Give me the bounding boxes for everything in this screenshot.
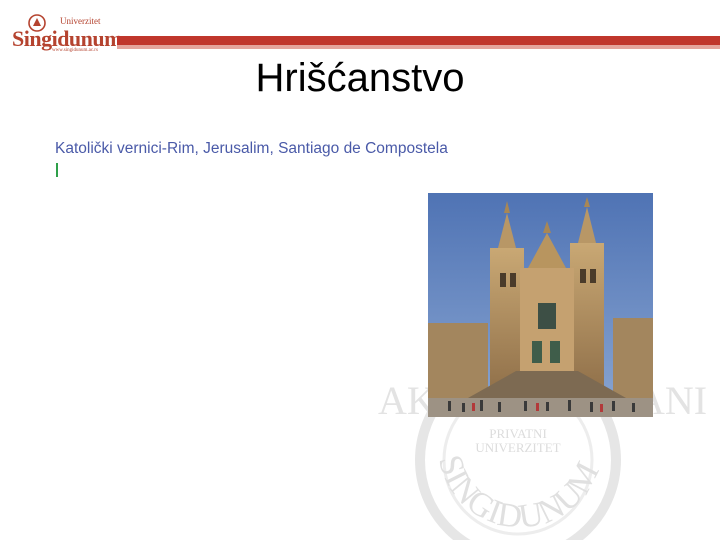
university-logo: Univerzitet Singidunum www.singidunum.ac…	[8, 12, 122, 56]
header-bar-shadow	[117, 45, 720, 49]
header-bar	[117, 36, 720, 45]
watermark-line1: PRIVATNI	[489, 426, 547, 441]
logo-top-text: Univerzitet	[60, 16, 101, 26]
slide-subtitle: Katolički vernici-Rim, Jerusalim, Santia…	[55, 140, 448, 157]
bullet-marker	[56, 163, 58, 177]
watermark-arc: SINGIDUNUM	[431, 451, 607, 536]
slide-title: Hrišćanstvo	[255, 56, 465, 100]
logo-url: www.singidunum.ac.rs	[52, 48, 98, 53]
watermark-line2: UNIVERZITET	[475, 440, 560, 455]
cathedral-photo	[428, 193, 653, 417]
